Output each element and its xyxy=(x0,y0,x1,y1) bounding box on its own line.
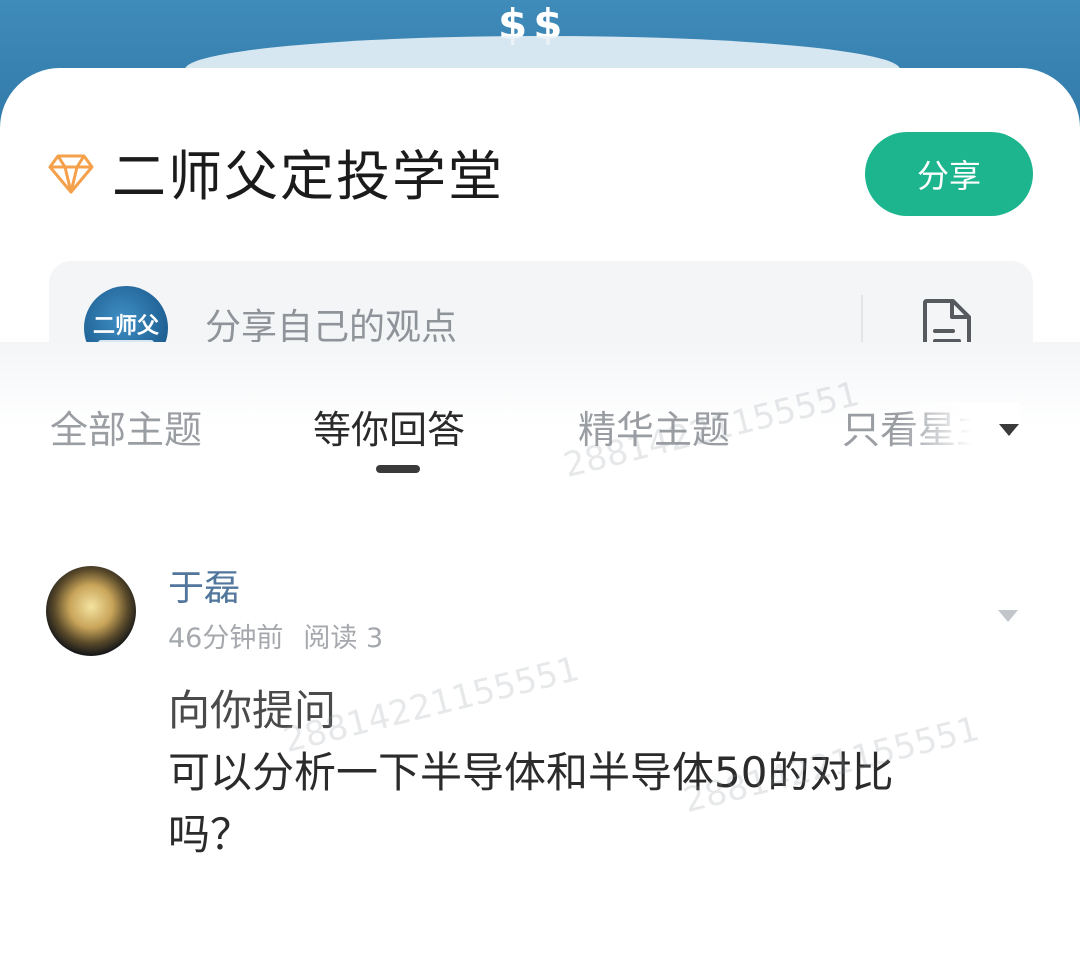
post-body: 向你提问 可以分析一下半导体和半导体50的对比吗？ xyxy=(168,680,968,866)
share-button[interactable]: 分享 xyxy=(865,132,1033,216)
question-title: 向你提问 xyxy=(168,686,337,735)
post-meta: 46分钟前 阅读 3 xyxy=(168,620,383,658)
group-title: 二师父定投学堂 xyxy=(112,145,504,208)
chevron-down-icon[interactable] xyxy=(996,416,1022,442)
tab-featured[interactable]: 精华主题 xyxy=(578,402,730,458)
user-avatar[interactable] xyxy=(46,566,136,656)
active-tab-indicator xyxy=(376,465,420,473)
diamond-icon xyxy=(48,154,94,194)
group-header: 二师父定投学堂 分享 xyxy=(0,68,1080,258)
post-item: 于磊 46分钟前 阅读 3 向你提问 可以分析一下半导体和半导体50的对比吗？ xyxy=(0,540,1080,920)
caret-down-icon[interactable] xyxy=(996,606,1020,626)
tab-waiting-answer[interactable]: 等你回答 xyxy=(313,402,465,458)
avatar-text: 二师父 xyxy=(92,314,159,339)
post-username[interactable]: 于磊 xyxy=(168,564,240,614)
tab-all-topics[interactable]: 全部主题 xyxy=(50,402,202,458)
post-time: 46分钟前 xyxy=(168,623,284,654)
post-reads: 阅读 3 xyxy=(303,623,384,654)
question-text: 可以分析一下半导体和半导体50的对比吗？ xyxy=(168,748,894,859)
